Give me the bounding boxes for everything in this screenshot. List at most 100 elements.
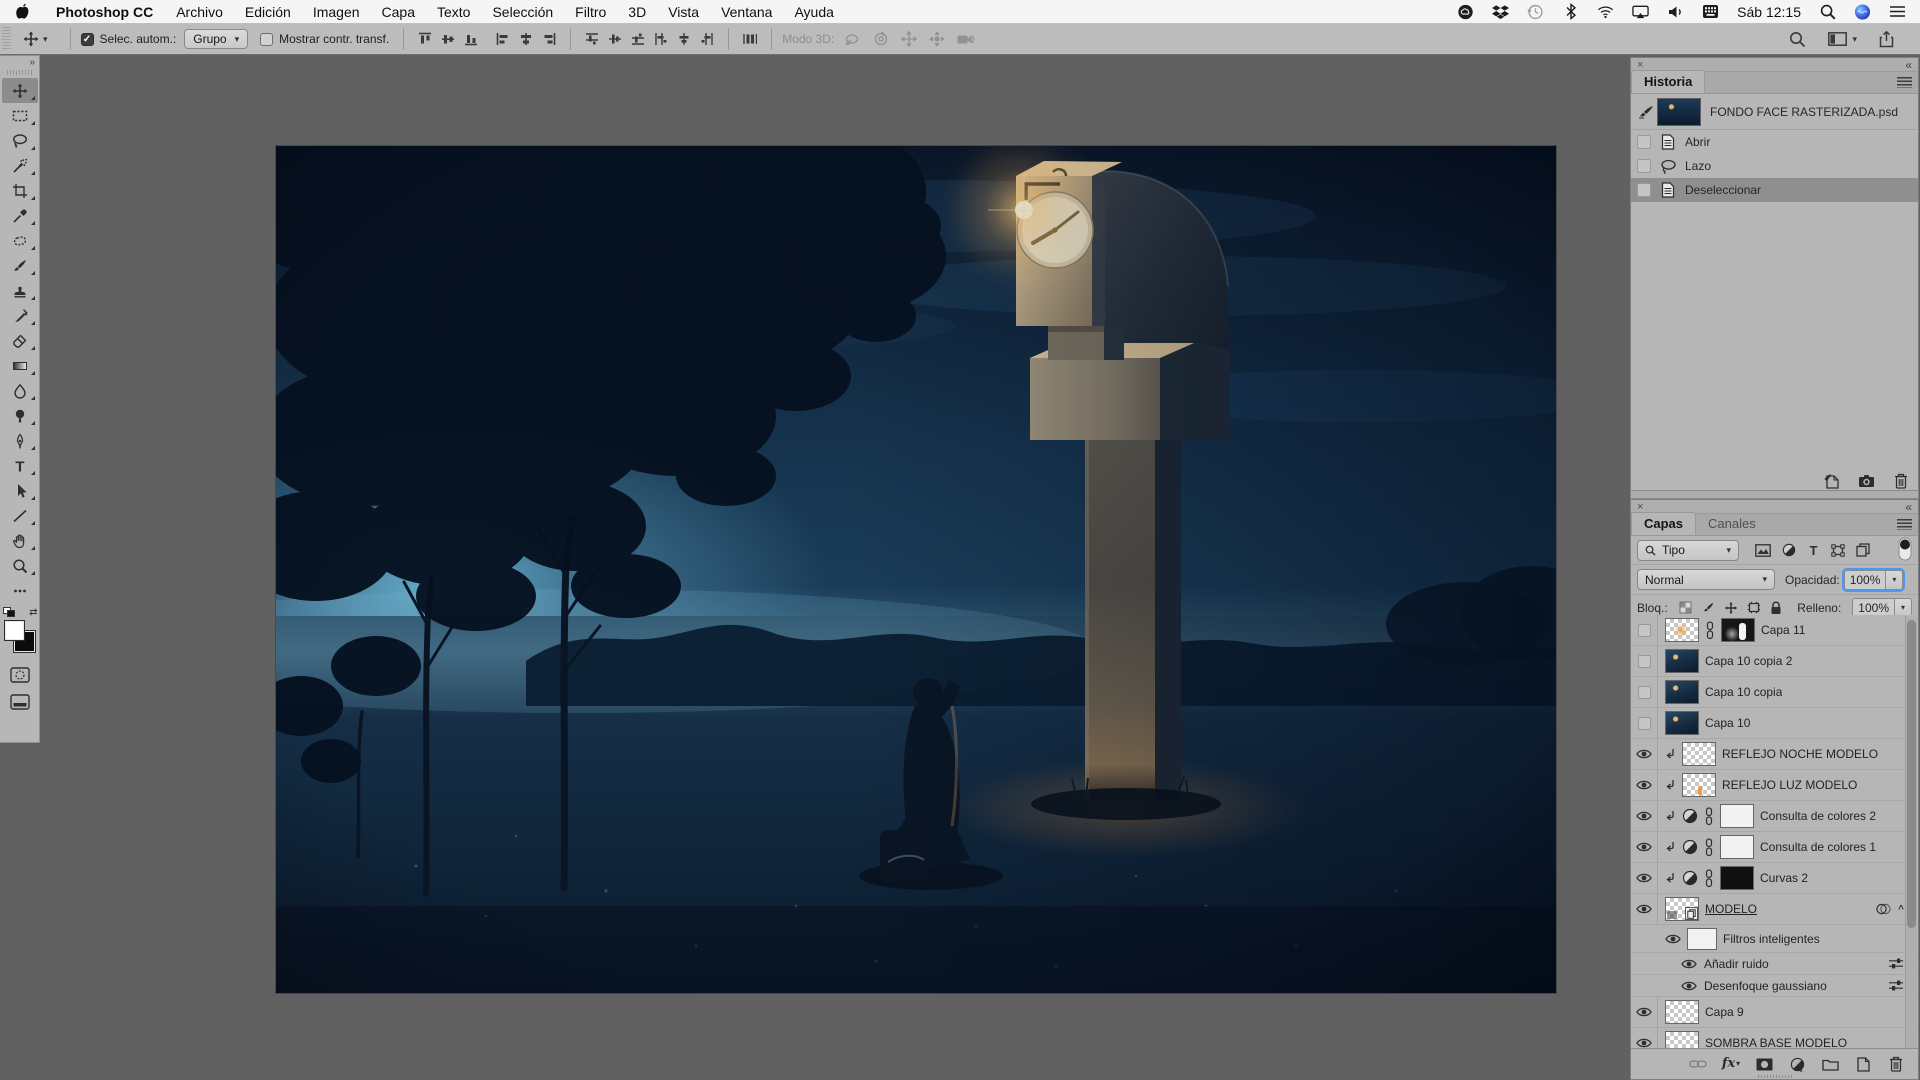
layer-row-modelo[interactable]: MODELO^ (1631, 894, 1918, 925)
layer-row-consulta-de-colores-1[interactable]: Consulta de colores 1 (1631, 832, 1918, 863)
history-brush-source-icon[interactable] (1635, 105, 1657, 119)
toolbar-grip[interactable] (7, 70, 33, 75)
tool-lasso[interactable] (2, 128, 38, 153)
swap-colors-icon[interactable]: ⇄ (29, 607, 37, 618)
new-snapshot-icon[interactable] (1857, 472, 1875, 490)
3d-slide-icon[interactable] (929, 31, 945, 47)
dist-spacing-icon[interactable] (743, 32, 757, 46)
collapse-smart-filters-icon[interactable]: ^ (1898, 904, 1904, 915)
smart-filter-mask-thumbnail[interactable] (1687, 928, 1717, 950)
tool-eraser[interactable] (2, 328, 38, 353)
menu-selecci-n[interactable]: Selección (481, 0, 564, 23)
layer-thumbnail[interactable] (1665, 618, 1699, 642)
menu-ayuda[interactable]: Ayuda (783, 0, 844, 23)
adjustment-icon[interactable] (1682, 839, 1698, 855)
shape-filter-icon[interactable] (1831, 543, 1845, 557)
layer-thumbnail[interactable] (1665, 1031, 1699, 1049)
creative-cloud-icon[interactable] (1457, 3, 1474, 20)
menu-clock[interactable]: Sáb 12:15 (1737, 4, 1801, 20)
eye-icon[interactable] (1636, 903, 1652, 915)
align-center-icon[interactable] (519, 32, 533, 46)
foreground-color[interactable] (4, 620, 25, 641)
eye-icon[interactable] (1636, 748, 1652, 760)
layer-row-reflejo-luz-modelo[interactable]: REFLEJO LUZ MODELO (1631, 770, 1918, 801)
spotlight-icon[interactable] (1819, 3, 1836, 20)
tool-move[interactable] (2, 78, 38, 103)
history-close-icon[interactable]: × (1637, 59, 1643, 71)
visibility-well[interactable] (1638, 686, 1651, 699)
tool-pen[interactable] (2, 428, 38, 453)
menu-texto[interactable]: Texto (426, 0, 481, 23)
lock-paint-icon[interactable] (1701, 601, 1715, 615)
visibility-well[interactable] (1638, 655, 1651, 668)
dropbox-icon[interactable] (1492, 3, 1509, 20)
options-grip[interactable] (2, 27, 11, 51)
layer-style-icon[interactable]: fx▾ (1722, 1056, 1740, 1072)
dist-top-icon[interactable] (585, 32, 599, 46)
tool-crop[interactable] (2, 178, 38, 203)
apple-icon[interactable] (0, 3, 44, 20)
layer-visibility-toggle[interactable] (1631, 739, 1658, 769)
history-snapshot-row[interactable]: FONDO FACE RASTERIZADA.psd (1631, 94, 1918, 130)
smart-filter-row[interactable]: Añadir ruido (1631, 953, 1918, 975)
align-top-icon[interactable] (418, 32, 432, 46)
type-filter-icon[interactable]: T (1807, 543, 1820, 557)
layer-row-reflejo-noche-modelo[interactable]: REFLEJO NOCHE MODELO (1631, 739, 1918, 770)
layer-row-capa-10-copia-2[interactable]: Capa 10 copia 2 (1631, 646, 1918, 677)
link-layers-icon[interactable] (1689, 1056, 1707, 1072)
lock-move-icon[interactable] (1724, 601, 1738, 615)
input-source-icon[interactable] (1702, 3, 1719, 20)
layers-close-icon[interactable]: × (1637, 501, 1643, 513)
layer-visibility-toggle[interactable] (1631, 801, 1658, 831)
menu-archivo[interactable]: Archivo (165, 0, 234, 23)
align-bottom-icon[interactable] (464, 32, 478, 46)
quick-mask-button[interactable] (5, 664, 35, 686)
menu-vista[interactable]: Vista (657, 0, 710, 23)
layer-row-capa-10[interactable]: Capa 10 (1631, 708, 1918, 739)
3d-pan-icon[interactable] (901, 31, 917, 47)
tab-historia[interactable]: Historia (1631, 70, 1705, 93)
layer-visibility-toggle[interactable] (1631, 832, 1658, 862)
visibility-well[interactable] (1638, 624, 1651, 637)
pixel-filter-icon[interactable] (1755, 543, 1771, 557)
layer-visibility-toggle[interactable] (1631, 894, 1658, 924)
3d-rotate-icon[interactable] (844, 31, 861, 47)
blend-mode-dropdown[interactable]: Normal ▾ (1637, 569, 1775, 590)
history-state-abrir[interactable]: Abrir (1631, 130, 1918, 154)
layers-scrollbar[interactable] (1905, 616, 1917, 1048)
tool-zoom[interactable] (2, 553, 38, 578)
layer-visibility-toggle[interactable] (1631, 1028, 1658, 1049)
siri-icon[interactable] (1854, 3, 1871, 20)
auto-select-target-dropdown[interactable]: Grupo ▾ (184, 29, 248, 49)
layer-thumbnail[interactable] (1665, 897, 1699, 921)
app-menu-photoshop[interactable]: Photoshop CC (44, 4, 165, 20)
share-icon[interactable] (1879, 31, 1894, 48)
layer-row-sombra-base-modelo[interactable]: SOMBRA BASE MODELO (1631, 1028, 1918, 1049)
opacity-dropdown-icon[interactable]: ▾ (1886, 570, 1903, 590)
layer-thumbnail[interactable] (1682, 773, 1716, 797)
new-group-icon[interactable] (1821, 1056, 1839, 1072)
menu-3d[interactable]: 3D (617, 0, 657, 23)
auto-select-checkbox[interactable]: ✓ (81, 33, 94, 46)
layer-mask-icon[interactable] (1755, 1056, 1773, 1072)
history-collapse-icon[interactable]: « (1905, 58, 1912, 72)
tool-blur[interactable] (2, 378, 38, 403)
layer-visibility-toggle[interactable] (1631, 615, 1658, 645)
eye-icon[interactable] (1681, 980, 1697, 992)
3d-camera-icon[interactable] (957, 31, 975, 47)
document-canvas[interactable] (276, 146, 1556, 993)
layers-scrollbar-thumb[interactable] (1907, 620, 1916, 928)
adjustment-filter-icon[interactable] (1782, 543, 1796, 557)
tool-edit-toolbar[interactable] (2, 578, 38, 603)
align-middle-icon[interactable] (441, 32, 455, 46)
layer-visibility-toggle[interactable] (1631, 863, 1658, 893)
tool-rectangular-marquee[interactable] (2, 103, 38, 128)
eye-icon[interactable] (1636, 779, 1652, 791)
tool-dodge[interactable] (2, 403, 38, 428)
layer-visibility-toggle[interactable] (1631, 646, 1658, 676)
dist-bottom-icon[interactable] (631, 32, 645, 46)
history-state-lazo[interactable]: Lazo (1631, 154, 1918, 178)
layer-mask-thumbnail[interactable] (1721, 618, 1755, 642)
airplay-icon[interactable] (1632, 3, 1649, 20)
eye-icon[interactable] (1636, 841, 1652, 853)
